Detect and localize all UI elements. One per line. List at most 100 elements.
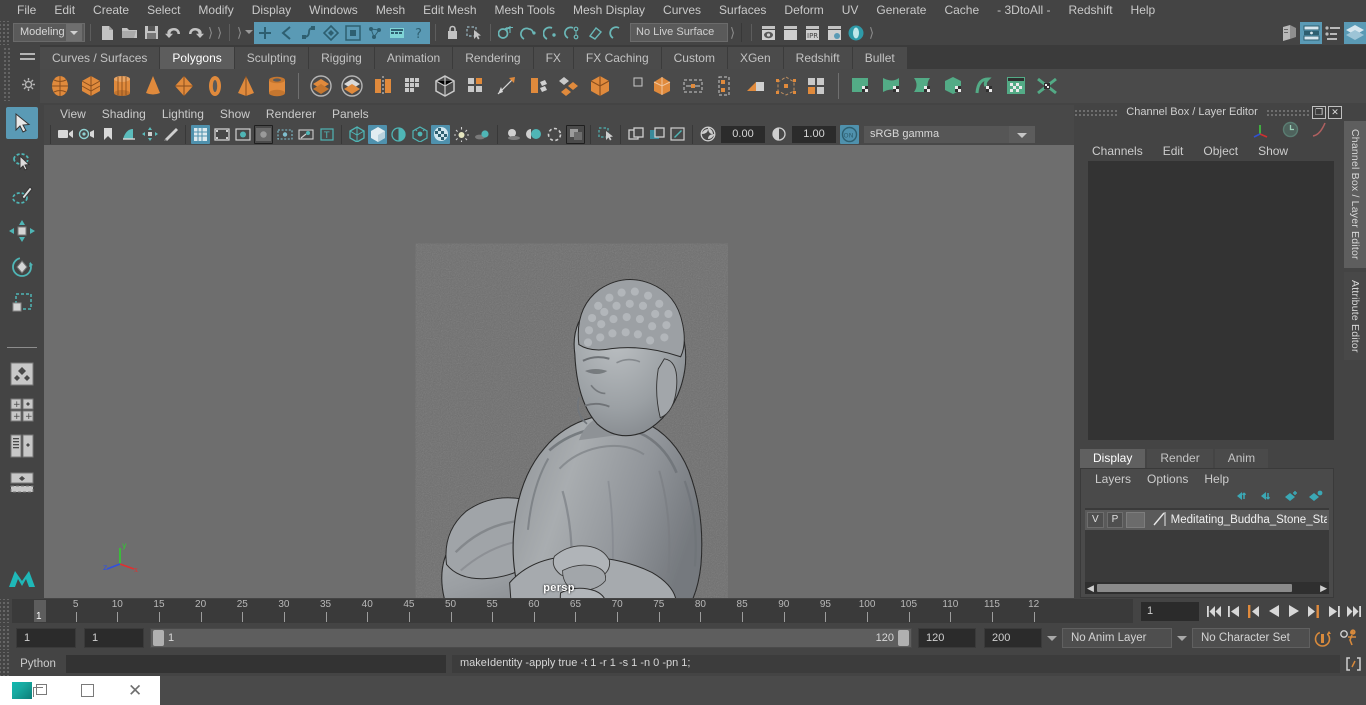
exposure-icon[interactable] [698,125,717,144]
grease-pencil-icon[interactable] [161,125,180,144]
gamma-icon[interactable] [769,125,788,144]
display-texture-border-icon[interactable] [626,125,645,144]
mirror-geometry-icon[interactable] [398,71,429,102]
toolbar-collapse-brace-5[interactable]: ⟩ [867,25,876,41]
channel-box-menu-edit[interactable]: Edit [1153,144,1194,158]
snap-to-point-button[interactable] [540,22,562,44]
perspective-viewport[interactable]: y x z persp [44,145,1074,598]
channel-box-grip-right[interactable] [1265,108,1310,116]
animation-start-field[interactable]: 1 [16,628,76,648]
open-attribute-editor-button[interactable] [1300,21,1322,44]
go-to-start-button[interactable] [1205,601,1222,621]
select-dynamics-button[interactable] [364,21,386,44]
shelf-tab-rigging[interactable]: Rigging [309,47,375,69]
use-textures-icon[interactable] [431,124,450,144]
smooth-shading-icon[interactable] [368,124,387,144]
menu-deform[interactable]: Deform [775,0,832,20]
viewport-menu-view[interactable]: View [52,107,94,121]
smooth-mesh-icon[interactable] [429,71,460,102]
layer-tab-anim[interactable]: Anim [1214,449,1269,468]
layer-color-swatch[interactable] [1126,512,1145,528]
select-lattice-button[interactable] [342,21,364,44]
polygon-sphere-icon[interactable] [44,71,75,102]
subdivide-mesh-icon[interactable] [460,71,491,102]
snap-to-curve-button[interactable] [518,22,540,44]
menu-3dtoall[interactable]: - 3DtoAll - [988,0,1059,20]
scale-tool[interactable] [6,287,38,319]
shelf-tab-curves-surfaces[interactable]: Curves / Surfaces [40,47,161,69]
step-forward-button[interactable] [1325,601,1342,621]
viewport-menu-lighting[interactable]: Lighting [154,107,212,121]
shelf-menu-icon[interactable] [20,53,35,62]
play-forwards-button[interactable] [1285,601,1302,621]
new-scene-button[interactable] [96,22,118,44]
current-time-indicator[interactable]: 1 [34,600,46,622]
snap-to-grid-button[interactable] [496,22,518,44]
shelf-tab-custom[interactable]: Custom [661,47,728,69]
combine-mesh-icon[interactable] [367,71,398,102]
previous-key-button[interactable] [1245,601,1262,621]
bevel-icon[interactable] [553,71,584,102]
layer-playback-toggle[interactable]: P [1106,512,1124,528]
shaded-wireframe-icon[interactable] [389,125,408,144]
lasso-select-tool[interactable] [6,143,38,175]
range-end-field[interactable]: 120 [918,628,976,648]
append-to-polygon-icon[interactable] [615,71,646,102]
character-set-select[interactable]: No Character Set [1192,628,1310,648]
create-new-layer-icon[interactable] [1284,490,1299,505]
redshift-proxy-icon[interactable] [1031,71,1062,102]
use-all-lights-icon[interactable] [410,125,429,144]
extrude-icon[interactable] [522,71,553,102]
shelf-grip[interactable] [3,47,10,101]
poly-cube-solid-icon[interactable] [646,71,677,102]
layer-row[interactable]: V P Meditating_Buddha_Stone_Statue_0( [1085,510,1329,530]
camera-attributes-icon[interactable] [77,125,96,144]
viewport-menu-shading[interactable]: Shading [94,107,154,121]
menu-help[interactable]: Help [1122,0,1165,20]
range-slider-grip[interactable] [0,626,10,650]
channel-box-close-button[interactable]: ✕ [1328,105,1342,119]
current-frame-field[interactable]: 1 [1141,601,1199,621]
transform-axis-icon[interactable] [1252,122,1270,141]
gamma-field[interactable]: 1.00 [792,125,836,143]
menu-set-selector[interactable]: Modeling [13,23,85,42]
channel-box-attribute-list[interactable] [1088,161,1334,440]
menu-curves[interactable]: Curves [654,0,710,20]
layer-menu-options[interactable]: Options [1139,472,1196,486]
toggle-resolution-gate-icon[interactable] [233,125,252,144]
maximize-window-icon[interactable] [81,684,94,697]
viewport-menu-panels[interactable]: Panels [324,107,377,121]
viewport-layout-outliner-persp-button[interactable] [6,430,38,462]
channel-box-menu-object[interactable]: Object [1193,144,1248,158]
polygon-cone-icon[interactable] [137,71,168,102]
render-current-frame-button[interactable] [757,22,779,44]
script-editor-icon[interactable] [1340,656,1366,672]
sidetab-channel-box-layer-editor[interactable]: Channel Box / Layer Editor [1344,121,1366,268]
open-outliner-button[interactable] [1278,22,1300,44]
viewport-layout-single-button[interactable] [6,358,38,390]
snap-to-projected-center-button[interactable] [562,22,584,44]
ipr-render-button[interactable]: IPR [801,22,823,44]
create-layer-from-selected-icon[interactable] [1308,490,1323,505]
move-layer-up-icon[interactable] [1236,490,1251,505]
layer-visibility-toggle[interactable]: V [1087,512,1104,528]
lock-selection-button[interactable] [441,22,463,44]
toolbar-collapse-brace-2[interactable]: ⟩ [215,25,224,41]
menu-uv[interactable]: UV [833,0,868,20]
play-backwards-button[interactable] [1265,601,1282,621]
transform-component-icon[interactable] [770,71,801,102]
shelf-options-gear-icon[interactable] [22,78,35,94]
color-profile-select[interactable]: sRGB gamma [864,125,1009,143]
sidetab-attribute-editor[interactable]: Attribute Editor [1344,271,1366,361]
channel-box-restore-button[interactable]: ❐ [1312,105,1326,119]
move-layer-down-icon[interactable] [1260,490,1275,505]
image-plane-icon[interactable] [119,125,138,144]
menu-file[interactable]: File [8,0,45,20]
make-live-button[interactable] [606,22,628,44]
layer-list-horizontal-scrollbar[interactable]: ◀ ▶ [1085,582,1329,594]
shadows-icon[interactable] [473,125,492,144]
menu-mesh-tools[interactable]: Mesh Tools [486,0,564,20]
scroll-right-arrow-icon[interactable]: ▶ [1320,583,1327,594]
polygon-torus-icon[interactable] [199,71,230,102]
rotate-tool[interactable] [6,251,38,283]
